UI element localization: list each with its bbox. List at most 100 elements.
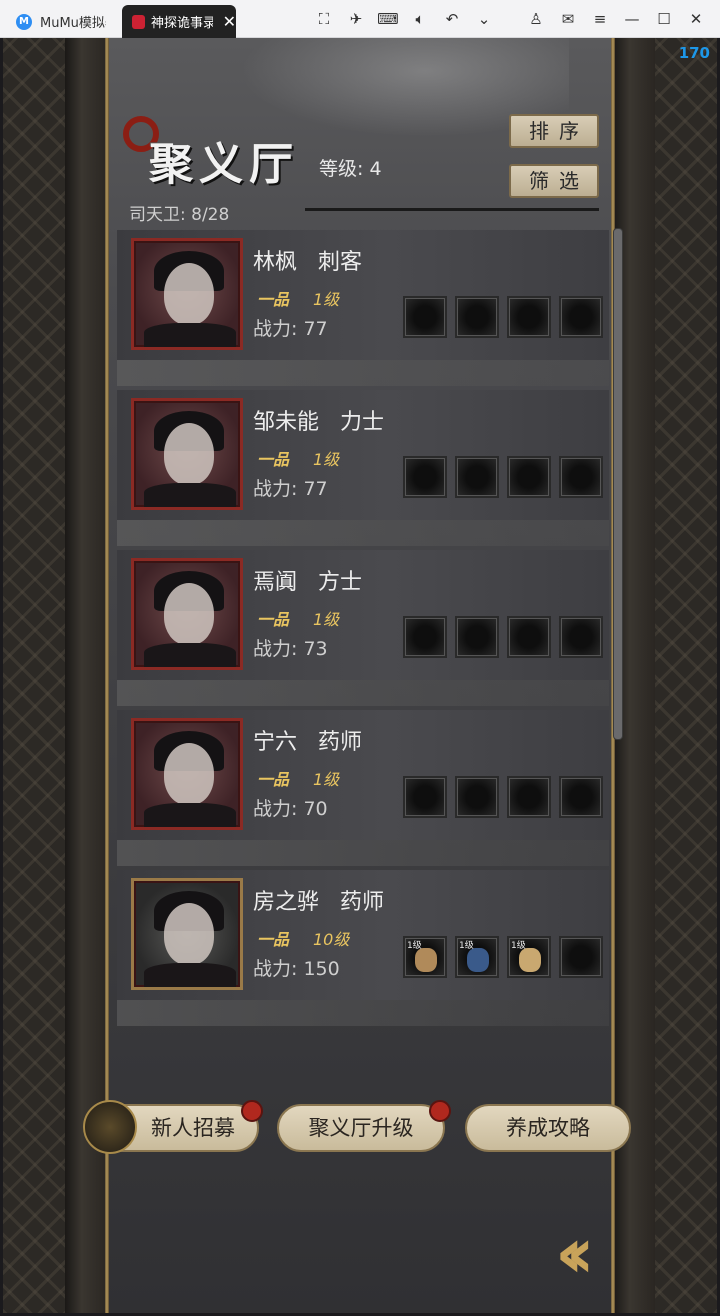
- hero-power: 战力: 73: [253, 638, 328, 660]
- portrait-body: [144, 323, 236, 347]
- hero-level: 1级: [313, 450, 340, 469]
- empty-equipment-slot[interactable]: [507, 616, 551, 658]
- empty-equipment-slot[interactable]: [403, 616, 447, 658]
- hero-rank: 一品: [257, 610, 290, 629]
- empty-equipment-slot[interactable]: [403, 296, 447, 338]
- card-divider: [117, 360, 609, 386]
- game-tab-icon: [132, 14, 146, 29]
- portrait-face: [164, 263, 214, 325]
- equipment-item-icon: [467, 948, 489, 972]
- back-rotate-icon[interactable]: ↶: [440, 8, 464, 30]
- equipment-item-icon: [415, 948, 437, 972]
- hero-portrait[interactable]: [131, 558, 243, 670]
- portrait-body: [144, 803, 236, 827]
- minimize-icon[interactable]: —: [620, 8, 644, 30]
- hero-level: 1级: [313, 770, 340, 789]
- hero-portrait[interactable]: [131, 878, 243, 990]
- volume-icon[interactable]: 🔈︎: [408, 8, 432, 30]
- recruit-icon: [83, 1100, 137, 1154]
- page-title: 聚义厅: [149, 139, 299, 190]
- empty-equipment-slot[interactable]: [559, 616, 603, 658]
- hero-rank: 一品: [257, 450, 290, 469]
- hall-upgrade-button[interactable]: 聚义厅升级: [277, 1104, 445, 1152]
- card-divider: [117, 520, 609, 546]
- empty-equipment-slot[interactable]: [559, 936, 603, 978]
- hero-rank: 一品: [257, 930, 290, 949]
- mail-icon[interactable]: ✉: [556, 8, 580, 30]
- hero-portrait[interactable]: [131, 238, 243, 350]
- hero-power: 战力: 150: [253, 958, 340, 980]
- hero-name: 林枫 刺客: [253, 250, 362, 275]
- hero-name: 焉阗 方士: [253, 570, 362, 595]
- game-screen: 聚义厅 等级: 4 司天卫: 8/28 排序 筛选 林枫 刺客 一品 1级 战力: 7…: [3, 38, 717, 1313]
- menu-icon[interactable]: ≡: [588, 8, 612, 30]
- empty-equipment-slot[interactable]: [507, 456, 551, 498]
- gamepad-icon[interactable]: ✈: [344, 8, 368, 30]
- hero-portrait[interactable]: [131, 718, 243, 830]
- empty-equipment-slot[interactable]: [455, 776, 499, 818]
- user-icon[interactable]: ♙: [524, 8, 548, 30]
- equipment-level: 1级: [459, 941, 474, 951]
- empty-equipment-slot[interactable]: [559, 456, 603, 498]
- game-tab-title: 神探诡事录: [151, 16, 213, 31]
- equipment-level: 1级: [407, 941, 422, 951]
- empty-equipment-slot[interactable]: [455, 296, 499, 338]
- screen-record-icon[interactable]: ⛶: [312, 8, 336, 30]
- hero-card[interactable]: 林枫 刺客一品 1级战力: 77: [117, 230, 609, 360]
- hero-rank: 一品: [257, 770, 290, 789]
- hero-power: 战力: 77: [253, 478, 328, 500]
- card-divider: [117, 680, 609, 706]
- empty-equipment-slot[interactable]: [507, 776, 551, 818]
- portrait-body: [144, 483, 236, 507]
- hero-name: 宁六 药师: [253, 730, 362, 755]
- empty-equipment-slot[interactable]: [559, 776, 603, 818]
- upgrade-notification-dot: [429, 1100, 451, 1122]
- app-tab[interactable]: M MuMu模拟器: [8, 5, 118, 38]
- empty-equipment-slot[interactable]: [455, 616, 499, 658]
- equipment-slot[interactable]: 1级: [403, 936, 447, 978]
- equipment-level: 1级: [511, 941, 526, 951]
- hero-level: 1级: [313, 610, 340, 629]
- hero-level: 1级: [313, 290, 340, 309]
- equipment-slot[interactable]: 1级: [455, 936, 499, 978]
- hero-card[interactable]: 焉阗 方士一品 1级战力: 73: [117, 550, 609, 680]
- fps-counter: 170: [678, 44, 710, 62]
- portrait-face: [164, 423, 214, 485]
- filter-button[interactable]: 筛选: [509, 164, 599, 198]
- portrait-face: [164, 743, 214, 805]
- empty-equipment-slot[interactable]: [455, 456, 499, 498]
- empty-equipment-slot[interactable]: [403, 776, 447, 818]
- list-scrollbar[interactable]: [613, 228, 623, 740]
- close-tab-icon[interactable]: ✕: [223, 12, 236, 31]
- hero-power: 战力: 77: [253, 318, 328, 340]
- close-window-icon[interactable]: ✕: [684, 8, 708, 30]
- back-arrow-icon[interactable]: ‹‹: [555, 1218, 635, 1288]
- hero-rank: 一品: [257, 290, 290, 309]
- hero-portrait[interactable]: [131, 398, 243, 510]
- mumu-logo-icon: M: [16, 13, 32, 30]
- card-divider: [117, 840, 609, 866]
- maximize-icon[interactable]: ☐: [652, 8, 676, 30]
- chevron-down-icon[interactable]: ⌄: [472, 8, 496, 30]
- empty-equipment-slot[interactable]: [559, 296, 603, 338]
- portrait-body: [144, 643, 236, 667]
- empty-equipment-slot[interactable]: [507, 296, 551, 338]
- hero-power: 战力: 70: [253, 798, 328, 820]
- portrait-face: [164, 583, 214, 645]
- hall-level: 等级: 4: [319, 158, 382, 180]
- equipment-slot[interactable]: 1级: [507, 936, 551, 978]
- hero-name: 邹未能 力士: [253, 410, 384, 435]
- equipment-item-icon: [519, 948, 541, 972]
- hero-card[interactable]: 房之骅 药师 一品 10级 战力: 150 1级 1级 1级: [117, 870, 609, 1000]
- right-pattern: [653, 38, 717, 1313]
- sort-button[interactable]: 排序: [509, 114, 599, 148]
- guide-button[interactable]: 养成攻略: [465, 1104, 631, 1152]
- left-pattern: [3, 38, 67, 1313]
- empty-equipment-slot[interactable]: [403, 456, 447, 498]
- keyboard-icon[interactable]: ⌨: [376, 8, 400, 30]
- hero-card[interactable]: 宁六 药师一品 1级战力: 70: [117, 710, 609, 840]
- hero-card[interactable]: 邹未能 力士一品 1级战力: 77: [117, 390, 609, 520]
- hero-name: 房之骅 药师: [253, 890, 384, 915]
- portrait-face: [164, 903, 214, 965]
- game-tab[interactable]: 神探诡事录 ✕: [122, 5, 236, 38]
